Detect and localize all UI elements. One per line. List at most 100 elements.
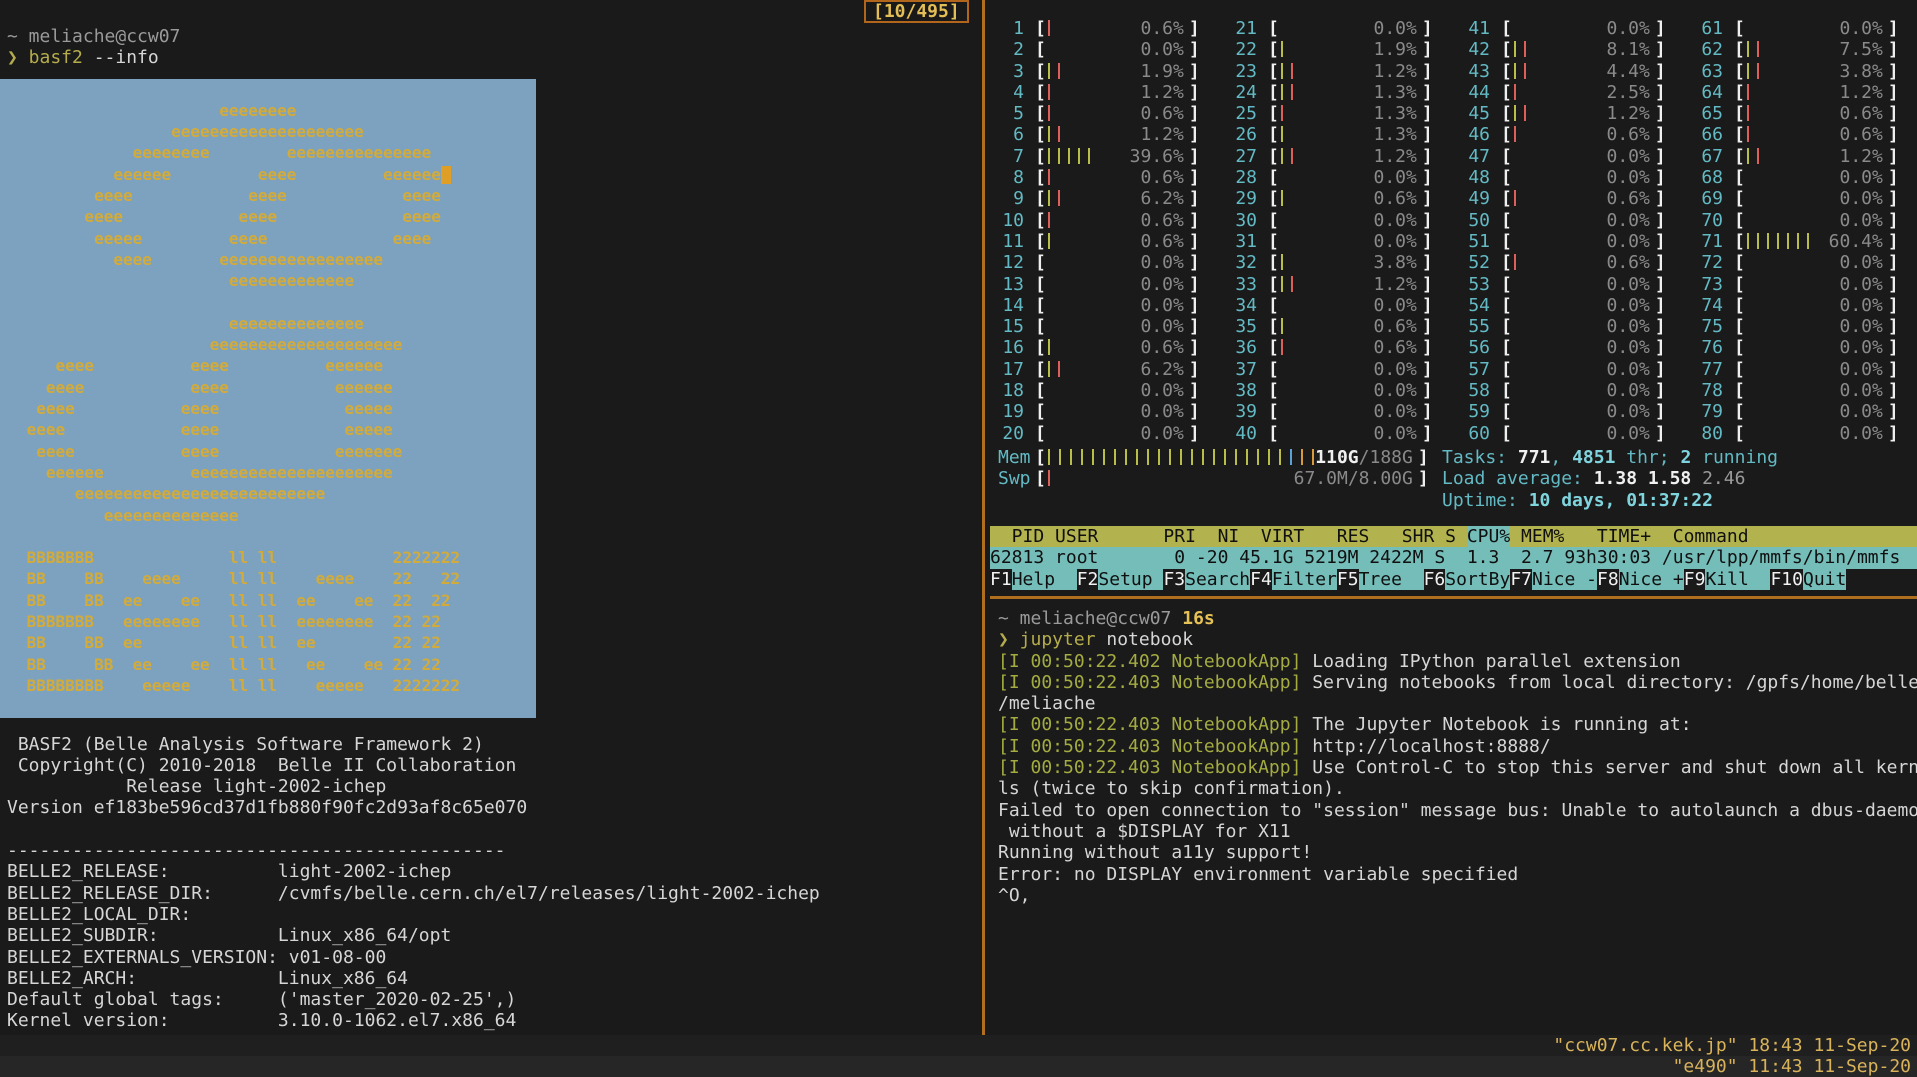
belle2-logo-art: eeeeeeee eeeeeeeeeeeeeeeeeeee eeeeeeee e… — [0, 79, 536, 718]
process-table-header: PID USER PRI NI VIRT RES SHR S CPU% MEM%… — [990, 526, 1917, 547]
basf2-info-line: BASF2 (Belle Analysis Software Framework… — [7, 734, 820, 755]
pane-divider-vertical[interactable] — [982, 0, 985, 1035]
fkey-f9-kill[interactable]: F9Kill — [1684, 569, 1771, 590]
basf2-info-line: ----------------------------------------… — [7, 840, 820, 861]
tmux-terminal: ~ meliache@ccw07❯ basf2 --info eeeeeeee … — [0, 0, 1917, 1077]
cpu-meter-42: 42[8.1%] — [1464, 39, 1697, 60]
cpu-meter-44: 44[2.5%] — [1464, 82, 1697, 103]
htop-function-keys: F1Help F2Setup F3SearchF4FilterF5Tree F6… — [990, 569, 1917, 590]
fkey-f5-tree[interactable]: F5Tree — [1337, 569, 1424, 590]
cpu-meter-25: 25[1.3%] — [1231, 103, 1464, 124]
terminal-output-line: [I 00:50:22.403 NotebookApp] http://loca… — [998, 736, 1917, 757]
logo-art-line: BB BB ee ee ll ll ee ee 22 22 — [17, 590, 536, 611]
basf2-info-line: BELLE2_ARCH: Linux_x86_64 — [7, 968, 820, 989]
cpu-meter-50: 50[0.0%] — [1464, 210, 1697, 231]
uptime: Uptime: 10 days, 01:37:22 — [1442, 490, 1713, 511]
logo-art-line: eeeeeeeeeeeeeeeeeeee — [17, 334, 536, 355]
fkey-f4-filter[interactable]: F4Filter — [1250, 569, 1337, 590]
logo-art-line: eeee eeee eeeee — [17, 419, 536, 440]
basf2-info-block: BASF2 (Belle Analysis Software Framework… — [7, 734, 820, 1032]
cpu-meter-78: 78[0.0%] — [1697, 380, 1917, 401]
cpu-meter-35: 35[0.6%] — [1231, 316, 1464, 337]
pane-jupyter: ~ meliache@ccw07 16s❯ jupyter notebook[I… — [990, 599, 1917, 1035]
pane-basf2-info: ~ meliache@ccw07❯ basf2 --info eeeeeeee … — [0, 0, 982, 1035]
cpu-meter-28: 28[0.0%] — [1231, 167, 1464, 188]
logo-art-line: eeeee eeee eeee — [17, 228, 536, 249]
cpu-meter-32: 32[3.8%] — [1231, 252, 1464, 273]
cpu-meter-65: 65[0.6%] — [1697, 103, 1917, 124]
cpu-meter-55: 55[0.0%] — [1464, 316, 1697, 337]
cpu-meter-61: 61[0.0%] — [1697, 18, 1917, 39]
sort-column-cpu[interactable]: CPU% — [1467, 526, 1510, 547]
terminal-output-line: ls (twice to skip confirmation). — [998, 778, 1917, 799]
logo-art-line: eeee eeee eeeeeee — [17, 441, 536, 462]
basf2-info-line: BELLE2_SUBDIR: Linux_x86_64/opt — [7, 925, 820, 946]
basf2-info-line: Version ef183be596cd37d1fb880f90fc2d93af… — [7, 797, 820, 818]
terminal-output-line: Error: no DISPLAY environment variable s… — [998, 864, 1917, 885]
cpu-meter-45: 45[1.2%] — [1464, 103, 1697, 124]
logo-art-line: eeeeeeeeeeeeeeeeeeeeeeeeee — [17, 483, 536, 504]
logo-art-line: BBBBBBB eeeeeeee ll ll eeeeeeee 22 22 — [17, 611, 536, 632]
logo-art-line: eeeeeeeeeeeeeeeeeeee — [17, 121, 536, 142]
cpu-meter-52: 52[0.6%] — [1464, 252, 1697, 273]
cpu-meter-36: 36[0.6%] — [1231, 337, 1464, 358]
cpu-meter-30: 30[0.0%] — [1231, 210, 1464, 231]
load-average: Load average: 1.38 1.58 2.46 — [1442, 468, 1745, 489]
cpu-meter-64: 64[1.2%] — [1697, 82, 1917, 103]
logo-art-line: eeeeeeeeeeeeee — [17, 313, 536, 334]
process-row-selected[interactable]: 62813 root 0 -20 45.1G 5219M 2422M S 1.3… — [990, 547, 1917, 568]
terminal-output-line: ^O, — [998, 885, 1917, 906]
logo-art-line: eeee eeee eeee — [17, 206, 536, 227]
logo-art-line: eeeeee eeeeeeeeeeeeeeeeeeeee — [17, 462, 536, 483]
cpu-meter-15: 15[0.0%] — [998, 316, 1231, 337]
fkey-f10-quit[interactable]: F10Quit — [1770, 569, 1846, 590]
cpu-meter-9: 9[6.2%] — [998, 188, 1231, 209]
cpu-meter-40: 40[0.0%] — [1231, 423, 1464, 444]
terminal-output-line: [I 00:50:22.402 NotebookApp] Loading IPy… — [998, 651, 1917, 672]
logo-art-line: BB BB ee ll ll ee 22 22 — [17, 632, 536, 653]
logo-art-line: eeeeee eeee eeeeee — [17, 164, 536, 185]
memory-meter: Mem[110G/188G] — [998, 447, 1429, 468]
cpu-meter-38: 38[0.0%] — [1231, 380, 1464, 401]
fkey-f3-search[interactable]: F3Search — [1163, 569, 1250, 590]
fkey-f7-nice[interactable]: F7Nice - — [1510, 569, 1597, 590]
cpu-meter-10: 10[0.6%] — [998, 210, 1231, 231]
cpu-meter-71: 71[60.4%] — [1697, 231, 1917, 252]
cpu-meter-46: 46[0.6%] — [1464, 124, 1697, 145]
cpu-meter-56: 56[0.0%] — [1464, 337, 1697, 358]
cpu-meter-16: 16[0.6%] — [998, 337, 1231, 358]
cpu-meter-23: 23[1.2%] — [1231, 61, 1464, 82]
swap-usage-text: 67.0M/8.00G — [1294, 468, 1413, 489]
fkey-f1-help[interactable]: F1Help — [990, 569, 1077, 590]
terminal-output-line: [I 00:50:22.403 NotebookApp] The Jupyter… — [998, 714, 1917, 735]
terminal-output-line: /meliache — [998, 693, 1917, 714]
cpu-meter-3: 3[1.9%] — [998, 61, 1231, 82]
terminal-output-line: ~ meliache@ccw07 16s — [998, 608, 1917, 629]
shell-prompt-line: ❯ basf2 --info — [7, 47, 820, 68]
cpu-meter-27: 27[1.2%] — [1231, 146, 1464, 167]
fkey-f8-nice[interactable]: F8Nice + — [1597, 569, 1684, 590]
cpu-meter-58: 58[0.0%] — [1464, 380, 1697, 401]
copy-mode-position-badge: [10/495] — [864, 0, 969, 23]
logo-art-line — [17, 526, 536, 547]
cpu-meter-79: 79[0.0%] — [1697, 401, 1917, 422]
basf2-info-line: BELLE2_RELEASE: light-2002-ichep — [7, 861, 820, 882]
fkey-f2-setup[interactable]: F2Setup — [1077, 569, 1164, 590]
cpu-meter-19: 19[0.0%] — [998, 401, 1231, 422]
fkey-f6-sortby[interactable]: F6SortBy — [1424, 569, 1511, 590]
logo-art-line — [17, 79, 536, 100]
tasks-summary: Tasks: 771, 4851 thr; 2 running — [1442, 447, 1778, 468]
cpu-meter-48: 48[0.0%] — [1464, 167, 1697, 188]
cpu-meter-21: 21[0.0%] — [1231, 18, 1464, 39]
tmux-status-bar-inner: [0] 0:split-pane showcase* 1:other windo… — [0, 1035, 1917, 1056]
cpu-meter-67: 67[1.2%] — [1697, 146, 1917, 167]
cpu-meter-63: 63[3.8%] — [1697, 61, 1917, 82]
cpu-meter-62: 62[7.5%] — [1697, 39, 1917, 60]
basf2-info-line: BELLE2_LOCAL_DIR: — [7, 904, 820, 925]
tmux-status-bar-outer: [0] 0:KEKCC* 1:local window- "e490" 11:4… — [0, 1056, 1917, 1077]
logo-art-line: eeee eeee eeeeee — [17, 377, 536, 398]
cpu-meter-1: 1[0.6%] — [998, 18, 1231, 39]
cpu-meter-59: 59[0.0%] — [1464, 401, 1697, 422]
memory-usage-text: 110G/188G — [1315, 447, 1413, 468]
logo-art-line: eeee eeee eeeeee — [17, 355, 536, 376]
